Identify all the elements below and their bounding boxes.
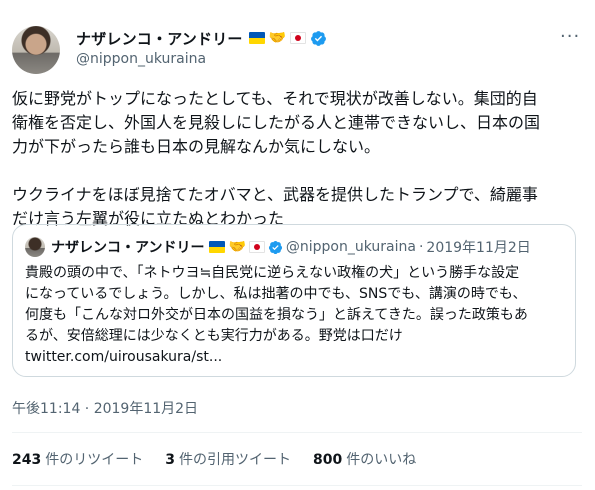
tweet-timestamp[interactable]: 午後11:14 · 2019年11月2日 <box>12 398 198 418</box>
more-options-icon[interactable]: ··· <box>560 28 580 46</box>
handshake-icon: 🤝 <box>228 239 246 255</box>
ukraine-flag-icon <box>209 241 226 253</box>
tweet-text: 仮に野党がトップになったとしても、それで現状が改善しない。集団的自 衛権を否定し… <box>12 87 580 231</box>
handshake-icon: 🤝 <box>268 30 287 46</box>
verified-badge-icon <box>310 30 327 47</box>
quoted-text-line: になっているでしょう。しかし、私は拙著の中でも、SNSでも、講演の時でも、 <box>25 286 527 302</box>
quoted-tweet-header: ナザレンコ・アンドリー 🤝 @nippon_ukuraina · 2019年11… <box>51 237 531 257</box>
quoted-author-avatar <box>25 237 45 257</box>
divider <box>12 432 582 433</box>
divider <box>12 485 582 486</box>
author-handle[interactable]: @nippon_ukuraina <box>76 51 206 67</box>
engagement-stats: 243 件のリツイート 3 件の引用ツイート 800 件のいいね <box>12 449 416 469</box>
likes-count: 800 <box>312 452 343 468</box>
quoted-tweet-card[interactable]: ナザレンコ・アンドリー 🤝 @nippon_ukuraina · 2019年11… <box>12 224 576 377</box>
tweet: ナザレンコ・アンドリー 🤝 @nippon_ukuraina ··· 仮に野党が… <box>0 0 595 490</box>
likes-stat[interactable]: 800 件のいいね <box>313 449 416 469</box>
tweet-paragraph: 仮に野党がトップになったとしても、それで現状が改善しない。集団的自 衛権を否定し… <box>12 89 541 156</box>
quoted-text-line: るが、安倍総理には少なくとも実行力がある。野党は口だけ <box>25 328 403 344</box>
quoted-author-name: ナザレンコ・アンドリー <box>51 240 205 256</box>
quoted-author-handle: @nippon_ukuraina <box>285 239 416 255</box>
japan-flag-icon <box>248 241 265 253</box>
quoted-text-line: 貴殿の頭の中で、「ネトウヨ≒自民党に逆らえない政権の犬」という勝手な設定 <box>25 265 520 281</box>
quoted-link[interactable]: twitter.com/uirousakura/st... <box>25 347 565 368</box>
likes-label: 件のいいね <box>346 452 417 468</box>
retweets-count: 243 <box>12 452 42 468</box>
quote-tweets-count: 3 <box>165 452 175 468</box>
retweets-stat[interactable]: 243 件のリツイート <box>12 449 143 469</box>
japan-flag-icon <box>290 32 307 44</box>
ukraine-flag-icon <box>248 32 265 44</box>
quote-tweets-label: 件の引用ツイート <box>178 452 291 468</box>
quote-tweets-stat[interactable]: 3 件の引用ツイート <box>165 449 291 469</box>
author-avatar[interactable] <box>12 26 60 74</box>
retweets-label: 件のリツイート <box>45 452 144 468</box>
author-display-name[interactable]: ナザレンコ・アンドリー <box>76 28 243 49</box>
author-name-row: ナザレンコ・アンドリー 🤝 <box>76 27 327 49</box>
separator-dot: · <box>418 239 424 255</box>
verified-badge-icon <box>268 240 283 255</box>
quoted-tweet-date: 2019年11月2日 <box>426 240 531 256</box>
quoted-text-line: 何度も「こんな対ロ外交が日本の国益を損なう」と訴えてきた。誤った政策もあ <box>25 307 528 323</box>
quoted-tweet-text: 貴殿の頭の中で、「ネトウヨ≒自民党に逆らえない政権の犬」という勝手な設定 になっ… <box>25 263 565 368</box>
